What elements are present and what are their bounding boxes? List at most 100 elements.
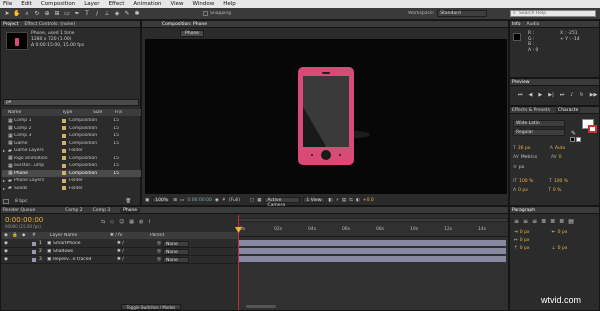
- toggle-switches-button[interactable]: Toggle Switches / Modes: [121, 304, 181, 310]
- play-icon[interactable]: ▶: [538, 92, 542, 98]
- menu-edit[interactable]: Edit: [21, 1, 32, 7]
- search-help-input[interactable]: Search Help: [510, 10, 596, 17]
- grid-icon[interactable]: ⊞: [173, 198, 177, 203]
- snapshot-icon[interactable]: ◉: [215, 198, 219, 203]
- shy-icon[interactable]: ☺: [119, 219, 124, 225]
- layer-name[interactable]: Shadows: [53, 249, 117, 254]
- align-right-icon[interactable]: ≡: [532, 218, 537, 225]
- menu-animation[interactable]: Animation: [133, 1, 161, 7]
- layer-name[interactable]: SmartPhone: [53, 241, 117, 246]
- tab-phone[interactable]: Phone: [120, 207, 141, 213]
- camera-select[interactable]: Active Camera: [264, 197, 301, 208]
- tab-project[interactable]: Project: [3, 22, 18, 27]
- label-color-swatch[interactable]: [62, 186, 66, 191]
- ram-preview-icon[interactable]: ▶▶: [590, 92, 598, 98]
- view-layout-select[interactable]: 1 View: [303, 197, 326, 203]
- layer-bar-1[interactable]: [238, 240, 506, 246]
- label-color-swatch[interactable]: [62, 163, 66, 168]
- viewer-timecode[interactable]: 0:00:00:00: [187, 198, 212, 203]
- label-color-swatch[interactable]: [62, 126, 66, 131]
- font-size-value[interactable]: 36 px: [518, 146, 548, 151]
- menu-help[interactable]: Help: [223, 1, 236, 7]
- clone-tool-icon[interactable]: ⊥: [103, 10, 111, 18]
- project-item[interactable]: ▸ ▰ Game Layers Folder: [2, 147, 141, 155]
- project-item[interactable]: ▸ ▰ Solids Folder: [2, 185, 141, 193]
- tab-render-queue[interactable]: Render Queue: [3, 208, 35, 213]
- brush-tool-icon[interactable]: ∕: [93, 10, 101, 18]
- exposure-value[interactable]: +0.0: [363, 198, 374, 203]
- visibility-eye-icon[interactable]: ◉: [2, 257, 12, 262]
- project-item[interactable]: ▦ ourstor...ump Composition 15: [2, 162, 141, 170]
- tab-paragraph[interactable]: Paragraph: [512, 208, 535, 213]
- layer-row[interactable]: ◉ 2 ▣ Shadows ✱ ∕ ◎ None: [2, 248, 238, 256]
- rotate-tool-icon[interactable]: ↻: [33, 10, 41, 18]
- col-layer-name[interactable]: Layer Name: [40, 233, 110, 238]
- black-swatch[interactable]: [570, 137, 575, 142]
- indent-left-value[interactable]: 0 px: [520, 230, 550, 235]
- justify-all-icon[interactable]: ▤: [568, 218, 574, 225]
- resolution-select[interactable]: (Full): [229, 198, 247, 203]
- tab-comp-3[interactable]: Comp 3: [93, 208, 110, 213]
- time-ruler[interactable]: 0s 02s 04s 06s 08s 10s 12s 14s: [238, 225, 508, 237]
- project-item[interactable]: ▦ Comp 1 Composition 15: [2, 117, 141, 125]
- puppet-tool-icon[interactable]: ✱: [133, 10, 141, 18]
- type-tool-icon[interactable]: T: [83, 10, 91, 18]
- label-color-swatch[interactable]: [62, 118, 66, 123]
- layer-row[interactable]: ◉ 3 ▣ Reprev...e traced ✱ ∕ ◎ None: [2, 256, 238, 264]
- pen-tool-icon[interactable]: ✒: [73, 10, 81, 18]
- project-item[interactable]: ▦ Game Composition 15: [2, 140, 141, 148]
- first-line-value[interactable]: 0 px: [520, 238, 530, 243]
- font-style-select[interactable]: Regular: [513, 129, 565, 136]
- roto-tool-icon[interactable]: ✎: [123, 10, 131, 18]
- transparency-icon[interactable]: ▦: [257, 198, 261, 203]
- timeline-zoom-slider[interactable]: [246, 305, 276, 308]
- align-left-icon[interactable]: ≡: [514, 218, 519, 225]
- layer-label-swatch[interactable]: [32, 257, 36, 262]
- space-after-value[interactable]: 0 px: [558, 246, 568, 251]
- layer-row[interactable]: ◉ 1 ▣ SmartPhone ✱ ∕ ◎ None: [2, 240, 238, 248]
- tsume-value[interactable]: 0 %: [553, 188, 562, 193]
- label-color-swatch[interactable]: [62, 178, 66, 183]
- stroke-unit[interactable]: px: [519, 165, 525, 170]
- tab-preview[interactable]: Preview: [512, 80, 530, 85]
- font-family-select[interactable]: Wide Latin: [513, 120, 565, 127]
- workspace-select[interactable]: Standard: [437, 10, 488, 17]
- menu-view[interactable]: View: [170, 1, 183, 7]
- kerning-value[interactable]: Metrics: [521, 155, 549, 160]
- timeline-icon[interactable]: ▤: [342, 198, 346, 203]
- project-item[interactable]: ▦ Comp 2 Composition 15: [2, 125, 141, 133]
- layer-label-swatch[interactable]: [32, 241, 36, 246]
- tracking-value[interactable]: 0: [559, 155, 562, 160]
- project-item[interactable]: ▦ logo animation Composition 15: [2, 155, 141, 163]
- region-icon[interactable]: ▭: [180, 198, 184, 203]
- interpret-footage-icon[interactable]: [3, 199, 9, 204]
- col-parent[interactable]: Parent: [150, 233, 164, 238]
- eraser-tool-icon[interactable]: ◈: [113, 10, 121, 18]
- eyedropper-icon[interactable]: ✎: [571, 130, 576, 137]
- draft-3d-icon[interactable]: ◇: [110, 219, 114, 225]
- motion-blur-icon[interactable]: ◍: [139, 219, 143, 225]
- tab-character[interactable]: Characte: [556, 107, 581, 113]
- menu-layer[interactable]: Layer: [84, 1, 99, 7]
- exposure-icon[interactable]: ◐: [356, 198, 360, 203]
- menu-window[interactable]: Window: [193, 1, 215, 7]
- fast-preview-icon[interactable]: ⚡: [336, 198, 339, 203]
- space-before-value[interactable]: 0 px: [520, 246, 550, 251]
- tab-audio[interactable]: Audio: [527, 22, 540, 27]
- selection-tool-icon[interactable]: ➤: [3, 10, 11, 18]
- viewer-breadcrumb-phone[interactable]: Phone: [180, 30, 204, 37]
- audio-icon[interactable]: ♪: [570, 92, 573, 98]
- menu-effect[interactable]: Effect: [109, 1, 125, 7]
- comp-mini-flowchart-icon[interactable]: ⇆: [101, 219, 105, 225]
- bpc-label[interactable]: 8 bpc: [15, 199, 27, 204]
- last-frame-icon[interactable]: ⏭: [560, 92, 565, 98]
- project-item[interactable]: ▸ ▰ Phone Layers Folder: [2, 177, 141, 185]
- white-swatch[interactable]: [576, 137, 581, 142]
- layer-bar-3[interactable]: [238, 256, 506, 262]
- rectangle-tool-icon[interactable]: ▭: [63, 10, 71, 18]
- baseline-value[interactable]: 0 px: [518, 188, 546, 193]
- parent-select[interactable]: None: [163, 256, 189, 263]
- zoom-select[interactable]: 100%: [152, 197, 171, 203]
- col-size[interactable]: Size: [93, 110, 115, 115]
- project-item[interactable]: ▦ Phone Composition 15: [2, 169, 141, 177]
